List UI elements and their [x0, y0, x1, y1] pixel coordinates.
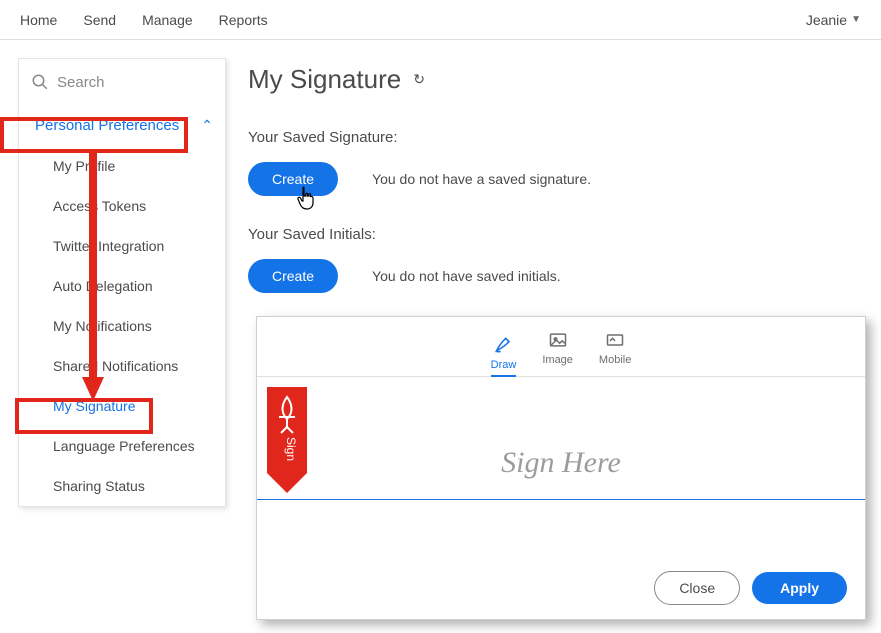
saved-signature-label: Your Saved Signature: — [248, 129, 863, 146]
sidebar-list: My Profile Access Tokens Twitter Integra… — [19, 146, 225, 506]
tab-image[interactable]: Image — [542, 330, 573, 370]
sidebar-item-sharing-status[interactable]: Sharing Status — [19, 466, 225, 506]
chevron-up-icon: ⌃ — [201, 117, 213, 134]
page-title: My Signature — [248, 64, 401, 95]
user-menu[interactable]: Jeanie ▼ — [806, 12, 861, 28]
initials-row: Create You do not have saved initials. — [248, 259, 863, 293]
draw-icon — [493, 335, 515, 355]
sidebar-item-auto-delegation[interactable]: Auto Delegation — [19, 266, 225, 306]
top-nav: Home Send Manage Reports Jeanie ▼ — [0, 0, 881, 40]
caret-down-icon: ▼ — [851, 14, 861, 25]
no-signature-text: You do not have a saved signature. — [372, 171, 591, 187]
nav-reports[interactable]: Reports — [219, 12, 268, 28]
signature-canvas[interactable]: Sign Sign Here — [257, 377, 865, 557]
tab-image-label: Image — [542, 354, 573, 366]
tab-draw[interactable]: Draw — [491, 335, 517, 377]
modal-tabs: Draw Image Mobile — [257, 317, 865, 377]
search-input[interactable]: Search — [19, 59, 225, 105]
tab-draw-label: Draw — [491, 359, 517, 371]
adobe-sign-ribbon-icon: Sign — [267, 387, 307, 497]
svg-text:Sign: Sign — [284, 437, 298, 461]
sidebar-item-language-preferences[interactable]: Language Preferences — [19, 426, 225, 466]
sidebar-section-title: Personal Preferences — [31, 115, 183, 136]
modal-footer: Close Apply — [257, 557, 865, 619]
sidebar-item-shared-notifications[interactable]: Shared Notifications — [19, 346, 225, 386]
sidebar-section-header[interactable]: Personal Preferences ⌃ — [19, 105, 225, 146]
top-nav-left: Home Send Manage Reports — [20, 12, 268, 28]
search-icon — [31, 73, 49, 91]
create-initials-button[interactable]: Create — [248, 259, 338, 293]
sidebar: Search Personal Preferences ⌃ My Profile… — [18, 58, 226, 507]
sidebar-item-twitter-integration[interactable]: Twitter Integration — [19, 226, 225, 266]
sidebar-item-my-signature[interactable]: My Signature — [19, 386, 225, 426]
search-placeholder: Search — [57, 74, 105, 91]
signature-modal: Draw Image Mobile Sign Sign Here Close A… — [256, 316, 866, 620]
sign-here-placeholder: Sign Here — [501, 446, 621, 480]
mobile-icon — [604, 330, 626, 350]
signature-row: Create You do not have a saved signature… — [248, 162, 863, 196]
tab-mobile-label: Mobile — [599, 354, 631, 366]
create-signature-button[interactable]: Create — [248, 162, 338, 196]
nav-manage[interactable]: Manage — [142, 12, 193, 28]
no-initials-text: You do not have saved initials. — [372, 268, 561, 284]
saved-initials-label: Your Saved Initials: — [248, 226, 863, 243]
image-icon — [547, 330, 569, 350]
close-button[interactable]: Close — [654, 571, 740, 605]
apply-button[interactable]: Apply — [752, 572, 847, 604]
refresh-icon[interactable]: ↻ — [413, 71, 425, 88]
sidebar-item-my-notifications[interactable]: My Notifications — [19, 306, 225, 346]
nav-home[interactable]: Home — [20, 12, 57, 28]
nav-send[interactable]: Send — [83, 12, 116, 28]
sidebar-item-access-tokens[interactable]: Access Tokens — [19, 186, 225, 226]
user-name: Jeanie — [806, 12, 847, 28]
page-title-row: My Signature ↻ — [248, 64, 863, 95]
signature-line — [257, 499, 865, 500]
tab-mobile[interactable]: Mobile — [599, 330, 631, 370]
sidebar-item-my-profile[interactable]: My Profile — [19, 146, 225, 186]
